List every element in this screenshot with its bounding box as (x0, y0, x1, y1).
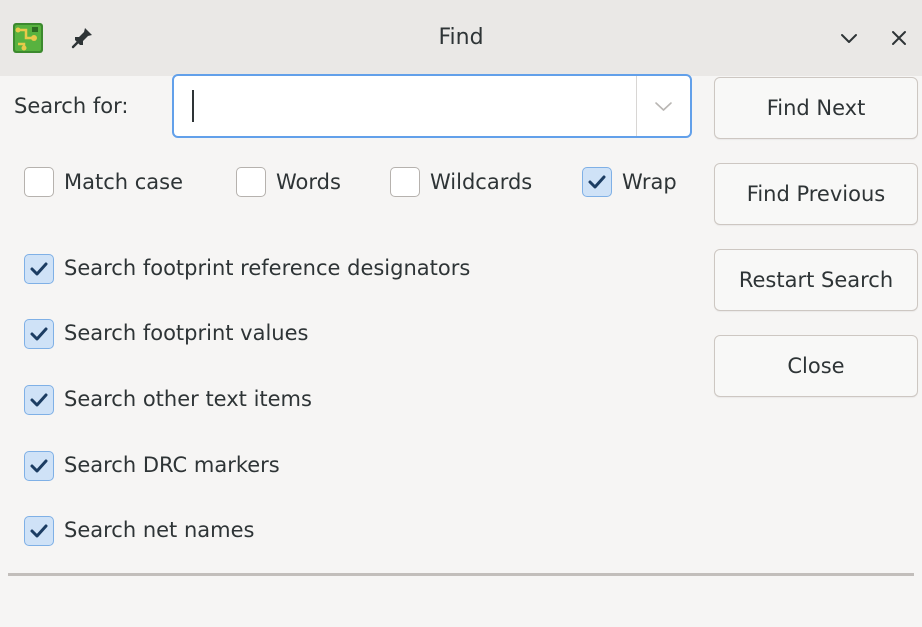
window-title: Find (438, 25, 484, 50)
words-label: Words (276, 170, 341, 194)
chevron-down-icon[interactable] (834, 23, 864, 53)
search-footprint-values-label: Search footprint values (64, 321, 309, 345)
find-previous-button[interactable]: Find Previous (714, 163, 918, 225)
search-net-names-checkbox[interactable] (24, 516, 54, 546)
bottom-divider (8, 573, 914, 576)
search-combobox[interactable] (172, 74, 692, 138)
search-ref-designators-label: Search footprint reference designators (64, 256, 471, 280)
wildcards-checkbox[interactable] (390, 167, 420, 197)
text-caret (192, 90, 194, 122)
match-case-checkbox[interactable] (24, 167, 54, 197)
search-input[interactable] (198, 86, 628, 126)
find-next-button[interactable]: Find Next (714, 77, 918, 139)
wrap-label: Wrap (622, 170, 677, 194)
restart-search-button[interactable]: Restart Search (714, 249, 918, 311)
wildcards-label: Wildcards (430, 170, 533, 194)
search-other-text-checkbox[interactable] (24, 385, 54, 415)
chevron-down-icon[interactable] (637, 76, 690, 136)
search-net-names-label: Search net names (64, 518, 255, 542)
search-drc-markers-label: Search DRC markers (64, 453, 280, 477)
title-bar: Find (0, 0, 922, 76)
words-checkbox[interactable] (236, 167, 266, 197)
close-icon[interactable] (884, 23, 914, 53)
wrap-checkbox[interactable] (582, 167, 612, 197)
match-case-label: Match case (64, 170, 184, 194)
search-other-text-label: Search other text items (64, 387, 312, 411)
search-ref-designators-checkbox[interactable] (24, 254, 54, 284)
search-drc-markers-checkbox[interactable] (24, 451, 54, 481)
close-button[interactable]: Close (714, 335, 918, 397)
search-footprint-values-checkbox[interactable] (24, 319, 54, 349)
search-for-label: Search for: (14, 94, 129, 118)
